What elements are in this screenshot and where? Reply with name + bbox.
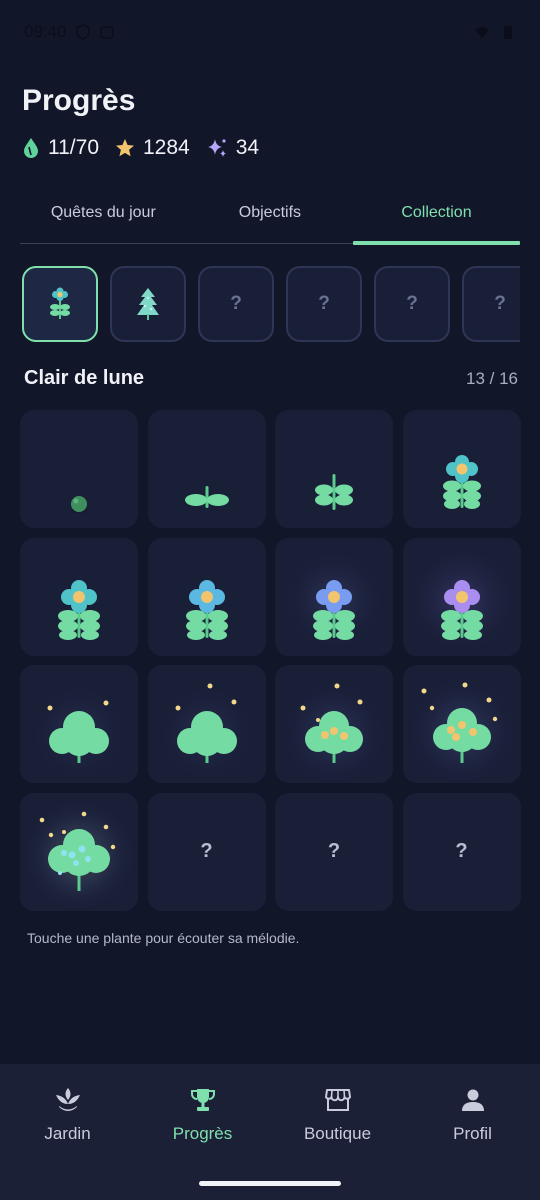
water-drop-icon	[24, 138, 38, 158]
plant-card-flower-violet[interactable]	[402, 537, 521, 656]
locked-label: ?	[455, 840, 468, 862]
star-stat: 1284	[115, 136, 190, 160]
locked-label: ?	[327, 840, 341, 862]
tab-objectives[interactable]: Objectifs	[187, 188, 354, 243]
locked-label: ?	[406, 293, 418, 314]
trophy-icon	[190, 1089, 215, 1111]
nav-item-shop[interactable]: Boutique	[270, 1064, 405, 1200]
set-thumb-pine[interactable]	[110, 266, 186, 342]
plant-card-bud[interactable]	[402, 410, 521, 528]
locked-label: ?	[200, 840, 213, 862]
nav-label-shop: Boutique	[303, 1124, 372, 1143]
sparkle-stat: 34	[206, 136, 259, 160]
shield-icon	[75, 24, 90, 40]
plant-card-bush-firefly[interactable]	[147, 665, 266, 783]
plant-card-locked[interactable]: ?	[275, 792, 393, 911]
plant-card-seedling[interactable]	[275, 410, 393, 528]
flower-icon	[405, 543, 518, 656]
plant-card-flower-teal[interactable]	[20, 537, 138, 656]
star-icon	[116, 139, 134, 157]
set-title: Clair de lune	[24, 367, 145, 389]
set-thumb-flower[interactable]	[22, 266, 98, 342]
set-thumb-locked[interactable]: ?	[198, 266, 274, 342]
collection-set-carousel[interactable]: ? ? ? ?	[20, 265, 520, 343]
status-bar: 09:40	[0, 0, 540, 64]
plant-card-flower-blue[interactable]	[147, 537, 266, 656]
star-value: 1284	[143, 136, 190, 159]
bush-icon	[280, 679, 388, 783]
page-title: Progrès	[22, 84, 136, 117]
bush-icon	[405, 675, 518, 783]
locked-label: ?	[318, 293, 330, 314]
hint-text: Touche une plante pour écouter sa mélodi…	[27, 930, 300, 946]
bush-icon	[21, 796, 137, 911]
set-thumb-locked[interactable]: ?	[462, 266, 520, 342]
sparkle-value: 34	[235, 136, 260, 159]
nav-item-profile[interactable]: Profil	[405, 1064, 540, 1200]
nav-item-progress[interactable]: Progrès	[135, 1064, 270, 1200]
sparkle-icon	[207, 139, 226, 157]
water-value: 11/70	[48, 136, 99, 159]
sprout-icon	[184, 486, 229, 508]
seed-icon	[71, 496, 87, 513]
locked-label: ?	[494, 293, 506, 314]
stats-row: 11/70 1284 34	[22, 134, 259, 162]
set-thumb-locked[interactable]: ?	[286, 266, 362, 342]
nav-label-profile: Profil	[453, 1124, 492, 1143]
tab-bar: Quêtes du jour Objectifs Collection	[20, 188, 520, 245]
plant-card-bush-glowing[interactable]	[20, 792, 138, 911]
plant-card-locked[interactable]: ?	[147, 792, 266, 911]
plant-card-locked[interactable]: ?	[402, 792, 521, 911]
profile-icon	[461, 1089, 484, 1111]
plant-card-bush-blooming[interactable]	[402, 665, 521, 783]
locked-label: ?	[230, 293, 242, 314]
set-progress-count: 13 / 16	[466, 369, 518, 388]
wifi-icon	[475, 26, 489, 38]
flower-icon	[58, 579, 100, 640]
flower-icon	[185, 579, 228, 640]
nav-label-garden: Jardin	[44, 1124, 91, 1143]
flower-plant-icon	[50, 287, 70, 319]
home-indicator[interactable]	[199, 1181, 341, 1186]
nav-item-garden[interactable]: Jardin	[0, 1064, 135, 1200]
status-time: 09:40	[24, 22, 67, 41]
set-thumb-locked[interactable]: ?	[374, 266, 450, 342]
record-icon	[99, 26, 114, 39]
bush-icon	[156, 683, 257, 783]
garden-icon	[55, 1088, 80, 1111]
tab-collection[interactable]: Collection	[353, 188, 520, 245]
bush-icon	[29, 683, 129, 783]
plant-card-bush[interactable]	[20, 665, 138, 783]
flower-icon	[282, 547, 386, 652]
battery-icon	[504, 26, 512, 39]
pine-plant-icon	[137, 288, 159, 320]
plant-card-sprout[interactable]	[147, 410, 266, 528]
flower-icon	[442, 455, 481, 509]
shop-icon	[324, 1089, 351, 1111]
seedling-icon	[315, 474, 353, 510]
tab-daily-quests[interactable]: Quêtes du jour	[20, 188, 187, 243]
plant-card-flower-periwinkle[interactable]	[275, 537, 393, 656]
plant-card-bush-fruit[interactable]	[275, 665, 393, 783]
bottom-navigation: Jardin Progrès Boutique Profil	[0, 1064, 540, 1200]
nav-label-progress: Progrès	[172, 1124, 233, 1143]
water-stat: 11/70	[22, 136, 99, 160]
plant-card-seed[interactable]	[20, 410, 138, 528]
